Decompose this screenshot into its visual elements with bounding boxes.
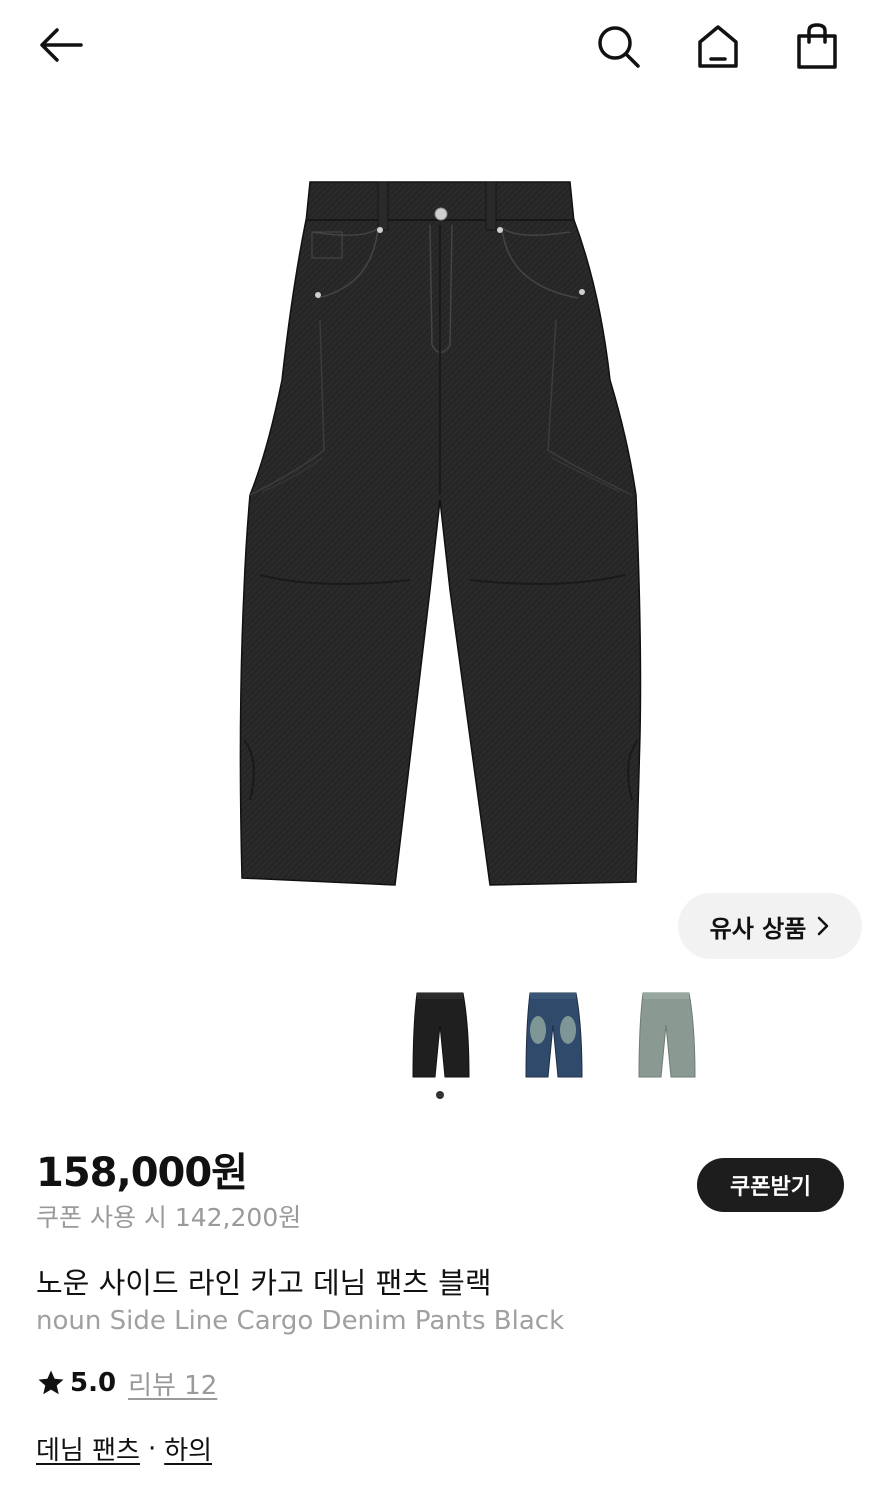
blue-pants-thumb (525, 992, 583, 1078)
rating-row: 5.0 리뷰 12 (36, 1365, 217, 1402)
chevron-right-icon (818, 916, 829, 936)
home-icon (698, 25, 738, 68)
home-button[interactable] (690, 18, 746, 74)
category-link-denim-pants[interactable]: 데님 팬츠 (36, 1430, 140, 1467)
search-icon (598, 26, 640, 68)
category-link-bottoms[interactable]: 하의 (164, 1430, 212, 1467)
product-name-korean: 노운 사이드 라인 카고 데님 팬츠 블랙 (36, 1266, 492, 1300)
similar-products-button[interactable]: 유사 상품 (678, 893, 862, 959)
product-name-english: noun Side Line Cargo Denim Pants Black (36, 1306, 565, 1336)
get-coupon-button[interactable]: 쿠폰받기 (697, 1158, 844, 1212)
color-variant-thumbnails (395, 985, 725, 1085)
review-count-link[interactable]: 리뷰 12 (128, 1365, 217, 1402)
category-separator: · (147, 1433, 157, 1464)
search-button[interactable] (590, 18, 646, 74)
back-arrow-icon (40, 28, 83, 62)
sage-pants-thumb (638, 992, 696, 1078)
cart-button[interactable] (789, 18, 845, 74)
product-price: 158,000원 (36, 1150, 248, 1196)
coupon-price: 쿠폰 사용 시 142,200원 (36, 1203, 302, 1232)
product-main-image[interactable] (0, 120, 880, 920)
rating-value: 5.0 (70, 1368, 117, 1398)
thumbnail-blue[interactable] (508, 985, 598, 1085)
black-pants-thumb (412, 992, 470, 1078)
similar-products-label: 유사 상품 (709, 914, 807, 943)
gallery-page-indicator (436, 1091, 444, 1099)
denim-pants-image (239, 181, 642, 886)
thumbnail-sage[interactable] (621, 985, 711, 1085)
category-breadcrumb: 데님 팬츠 · 하의 (36, 1430, 212, 1467)
star-icon (38, 1370, 64, 1395)
top-nav-bar (0, 0, 880, 90)
shopping-bag-icon (797, 23, 837, 69)
thumbnail-black[interactable] (395, 985, 485, 1085)
back-button[interactable] (30, 20, 90, 70)
